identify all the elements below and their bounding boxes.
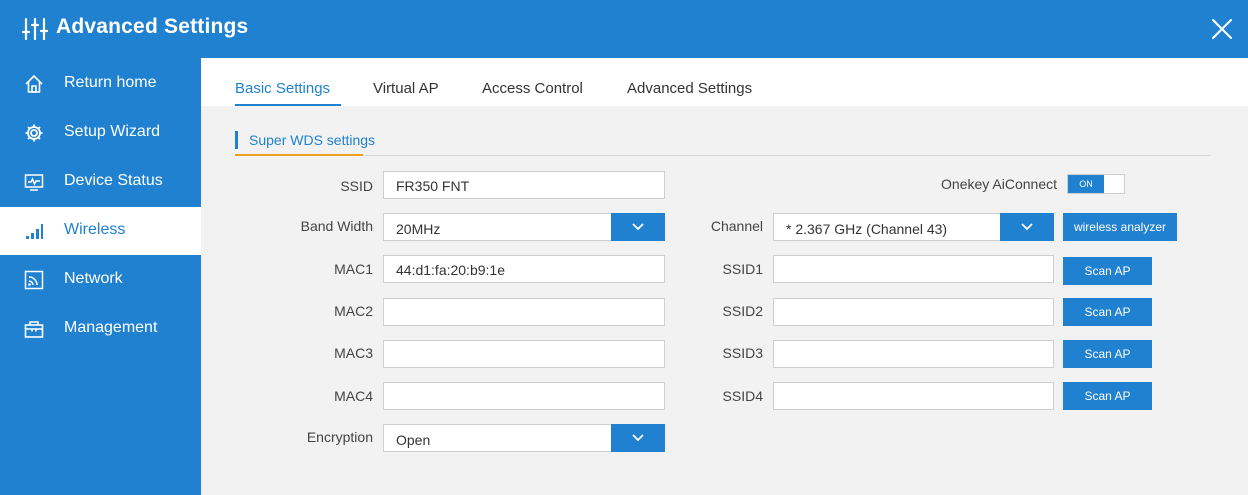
bandwidth-dropdown-button[interactable] (611, 213, 665, 241)
ssid4-label: SSID4 (722, 388, 763, 404)
mac2-input[interactable] (383, 298, 665, 326)
scan-ap-button-1[interactable]: Scan AP (1063, 257, 1152, 285)
sidebar-item-device-status[interactable]: Device Status (0, 158, 201, 206)
chevron-down-icon (1021, 223, 1033, 231)
sliders-icon (22, 17, 48, 41)
sidebar-item-label: Return home (64, 74, 157, 91)
chevron-down-icon (632, 434, 644, 442)
tab-virtual-ap[interactable]: Virtual AP (373, 80, 439, 97)
ssid3-input[interactable] (773, 340, 1054, 368)
channel-select[interactable]: * 2.367 GHz (Channel 43) (773, 213, 1054, 241)
title-bar: Advanced Settings (0, 0, 1248, 58)
section-accent-line (235, 154, 363, 156)
sidebar-item-label: Wireless (64, 221, 126, 238)
encryption-value: Open (396, 432, 431, 448)
wireless-analyzer-button[interactable]: wireless analyzer (1063, 213, 1177, 241)
aiconnect-label: Onekey AiConnect (941, 176, 1057, 192)
tab-bar: Basic Settings Virtual AP Access Control… (201, 58, 1248, 106)
gear-icon (25, 124, 43, 142)
sidebar-item-label: Network (64, 270, 123, 287)
scan-ap-button-3[interactable]: Scan AP (1063, 340, 1152, 368)
ssid4-input[interactable] (773, 382, 1054, 410)
active-tab-indicator (235, 104, 341, 106)
sidebar-item-wireless[interactable]: Wireless (0, 207, 201, 255)
channel-dropdown-button[interactable] (1000, 213, 1054, 241)
window-title: Advanced Settings (56, 15, 249, 38)
chevron-down-icon (632, 223, 644, 231)
main-panel: Basic Settings Virtual AP Access Control… (201, 58, 1248, 495)
home-icon (25, 75, 43, 93)
section-marker (235, 131, 238, 149)
ssid2-input[interactable] (773, 298, 1054, 326)
aiconnect-toggle[interactable]: ON (1067, 174, 1125, 194)
mac4-input[interactable] (383, 382, 665, 410)
tab-advanced-settings[interactable]: Advanced Settings (627, 80, 752, 97)
encryption-label: Encryption (306, 429, 373, 445)
tab-basic-settings[interactable]: Basic Settings (235, 80, 330, 97)
monitor-icon (24, 174, 44, 191)
ssid-label: SSID (340, 178, 373, 194)
sidebar: Return home Setup Wizard Device Status W… (0, 58, 201, 495)
channel-label: Channel (710, 218, 763, 234)
mac1-input[interactable]: 44:d1:fa:20:b9:1e (383, 255, 665, 283)
mac3-label: MAC3 (334, 345, 373, 361)
ssid3-label: SSID3 (722, 345, 763, 361)
ssid1-label: SSID1 (722, 261, 763, 277)
bandwidth-select[interactable]: 20MHz (383, 213, 665, 241)
ssid-input[interactable]: FR350 FNT (383, 171, 665, 199)
bandwidth-label: Band Width (300, 218, 373, 234)
tab-access-control[interactable]: Access Control (482, 80, 583, 97)
section-divider (235, 155, 1211, 156)
sidebar-item-label: Setup Wizard (64, 123, 161, 140)
sidebar-item-setup-wizard[interactable]: Setup Wizard (0, 109, 201, 157)
ssid2-label: SSID2 (722, 303, 763, 319)
mac4-label: MAC4 (334, 388, 373, 404)
network-icon (24, 270, 44, 290)
encryption-dropdown-button[interactable] (611, 424, 665, 452)
scan-ap-button-4[interactable]: Scan AP (1063, 382, 1152, 410)
sidebar-item-return-home[interactable]: Return home (0, 60, 201, 108)
encryption-select[interactable]: Open (383, 424, 665, 452)
scan-ap-button-2[interactable]: Scan AP (1063, 298, 1152, 326)
channel-value: * 2.367 GHz (Channel 43) (786, 221, 948, 237)
advanced-settings-window: Advanced Settings Return home Setup Wiza… (0, 0, 1248, 495)
toggle-state: ON (1068, 175, 1104, 193)
bandwidth-value: 20MHz (396, 221, 441, 237)
ssid1-input[interactable] (773, 255, 1054, 283)
sidebar-item-network[interactable]: Network (0, 256, 201, 304)
mac2-label: MAC2 (334, 303, 373, 319)
signal-icon (26, 224, 43, 239)
sidebar-item-label: Device Status (64, 172, 163, 189)
mac1-label: MAC1 (334, 261, 373, 277)
mac3-input[interactable] (383, 340, 665, 368)
sidebar-item-management[interactable]: Management (0, 305, 201, 353)
close-icon[interactable] (1210, 17, 1234, 41)
sidebar-item-label: Management (64, 319, 158, 336)
toolbox-icon (24, 321, 44, 338)
section-title: Super WDS settings (249, 132, 376, 148)
